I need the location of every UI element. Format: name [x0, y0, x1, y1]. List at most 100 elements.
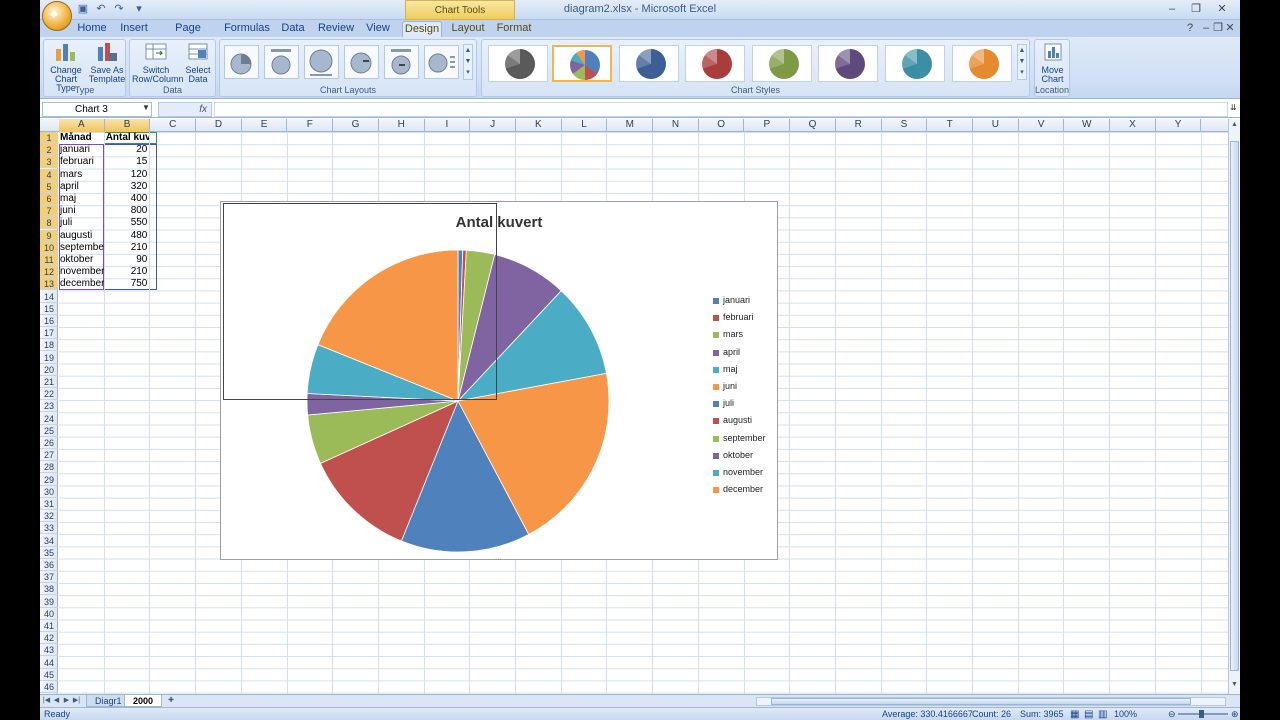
row-header[interactable]: 21 — [40, 376, 58, 388]
column-header-p[interactable]: P — [745, 119, 791, 132]
zoom-slider-knob[interactable] — [1199, 710, 1204, 718]
column-header-g[interactable]: G — [333, 119, 379, 132]
column-header-a[interactable]: A — [59, 119, 105, 132]
row-header[interactable]: 26 — [40, 437, 58, 449]
restore-icon[interactable]: ❐ — [1186, 2, 1206, 16]
select-data-button[interactable]: Select Data — [182, 41, 214, 84]
page-layout-view-icon[interactable]: ▤ — [1084, 709, 1093, 720]
row-header[interactable]: 44 — [40, 657, 58, 669]
minimize-icon[interactable]: – — [1162, 2, 1182, 16]
row-header[interactable]: 15 — [40, 303, 58, 315]
table-cell[interactable]: 210 — [106, 242, 150, 254]
row-header[interactable]: 25 — [40, 425, 58, 437]
column-header-m[interactable]: M — [607, 119, 654, 132]
layout-6-thumb[interactable] — [424, 45, 459, 79]
row-header[interactable]: 10 — [40, 241, 58, 254]
last-sheet-icon[interactable]: ▶| — [72, 696, 81, 706]
tab-layout[interactable]: Layout — [448, 21, 488, 37]
layout-5-thumb[interactable] — [384, 45, 419, 79]
column-header-x[interactable]: X — [1110, 119, 1156, 132]
row-header[interactable]: 28 — [40, 461, 58, 474]
styles-more-arrow[interactable]: ▲ ▼ ▾ — [1017, 44, 1027, 80]
vertical-scroll-thumb[interactable] — [1230, 141, 1239, 671]
row-header[interactable]: 1 — [40, 132, 58, 144]
prev-sheet-icon[interactable]: ◀ — [52, 696, 61, 706]
expand-formula-bar-icon[interactable]: ⇊ — [1230, 103, 1237, 112]
row-header[interactable]: 17 — [40, 327, 58, 340]
office-button[interactable]: ◆ — [42, 1, 72, 31]
layout-4-thumb[interactable] — [344, 45, 379, 79]
tab-formulas[interactable]: Formulas — [224, 21, 270, 37]
row-header[interactable]: 20 — [40, 364, 58, 376]
close-icon[interactable]: ✕ — [1212, 2, 1232, 16]
row-header[interactable]: 13 — [40, 278, 58, 291]
chart-style-4[interactable] — [685, 45, 745, 82]
chart-style-3[interactable] — [619, 45, 679, 82]
resize-handle-top[interactable]: ··· — [495, 198, 503, 205]
resize-handle-right[interactable] — [776, 378, 779, 386]
tab-data[interactable]: Data — [278, 21, 308, 37]
table-cell[interactable]: juli — [60, 217, 104, 229]
chart-style-2[interactable] — [552, 45, 612, 82]
formula-input[interactable] — [214, 102, 1228, 117]
chart-style-1[interactable] — [488, 45, 548, 82]
row-header[interactable]: 3 — [40, 156, 58, 169]
table-cell[interactable]: 550 — [106, 217, 150, 229]
row-header[interactable]: 42 — [40, 632, 58, 645]
row-header[interactable]: 35 — [40, 547, 58, 559]
column-header-o[interactable]: O — [699, 119, 745, 132]
column-header-b[interactable]: B — [104, 119, 151, 132]
move-chart-button[interactable]: Move Chart — [1037, 41, 1068, 84]
row-header[interactable]: 18 — [40, 339, 58, 352]
layout-1-thumb[interactable] — [224, 45, 259, 79]
layout-3-thumb[interactable] — [304, 45, 339, 79]
row-header[interactable]: 23 — [40, 400, 58, 413]
table-cell[interactable]: 15 — [106, 156, 150, 168]
row-header[interactable]: 4 — [40, 168, 58, 181]
row-header[interactable]: 38 — [40, 583, 58, 596]
column-header-u[interactable]: U — [973, 119, 1019, 132]
chart-style-7[interactable] — [885, 45, 945, 82]
row-header[interactable]: 30 — [40, 486, 58, 498]
switch-row-column-button[interactable]: Switch Row/Column — [132, 41, 184, 84]
row-header[interactable]: 39 — [40, 596, 58, 608]
save-as-template-button[interactable]: Save As Template — [88, 41, 126, 84]
normal-view-icon[interactable]: ▦ — [1070, 709, 1079, 720]
layout-2-thumb[interactable] — [264, 45, 299, 79]
row-header[interactable]: 5 — [40, 180, 58, 193]
scroll-up-icon[interactable]: ▲ — [1230, 121, 1239, 131]
table-cell[interactable]: 210 — [106, 266, 150, 278]
tab-home[interactable]: Home — [74, 21, 110, 37]
table-cell[interactable]: november — [60, 266, 104, 278]
zoom-slider[interactable] — [1178, 710, 1228, 718]
zoom-in-icon[interactable]: ⊕ — [1231, 709, 1239, 720]
tab-page-layout[interactable]: Page Layout — [160, 21, 216, 49]
row-header[interactable]: 8 — [40, 217, 58, 230]
table-cell[interactable]: september — [60, 242, 104, 254]
row-header[interactable]: 2 — [40, 144, 58, 157]
column-header-k[interactable]: K — [516, 119, 562, 132]
chart-style-8[interactable] — [952, 45, 1012, 82]
tab-review[interactable]: Review — [316, 21, 356, 37]
table-cell[interactable]: december — [60, 278, 104, 290]
horizontal-scrollbar[interactable] — [756, 697, 1226, 706]
row-header[interactable]: 29 — [40, 474, 58, 486]
table-cell[interactable]: februari — [60, 156, 104, 168]
table-cell[interactable]: 480 — [106, 230, 150, 242]
page-break-view-icon[interactable]: ▥ — [1098, 709, 1107, 720]
table-cell[interactable]: 800 — [106, 205, 150, 217]
chart-style-5[interactable] — [752, 45, 812, 82]
column-header-y[interactable]: Y — [1156, 119, 1202, 132]
table-cell[interactable]: Antal kuvert — [106, 132, 150, 144]
resize-handle-left[interactable] — [217, 378, 220, 386]
row-header[interactable]: 45 — [40, 669, 58, 681]
zoom-level[interactable]: 100% — [1114, 709, 1137, 720]
row-header[interactable]: 34 — [40, 535, 58, 547]
table-cell[interactable]: juni — [60, 205, 104, 217]
table-cell[interactable]: 20 — [106, 144, 150, 156]
table-cell[interactable]: augusti — [60, 230, 104, 242]
table-cell[interactable]: 320 — [106, 181, 150, 193]
column-header-d[interactable]: D — [196, 119, 242, 132]
row-header[interactable]: 37 — [40, 571, 58, 584]
tab-insert[interactable]: Insert — [116, 21, 152, 37]
